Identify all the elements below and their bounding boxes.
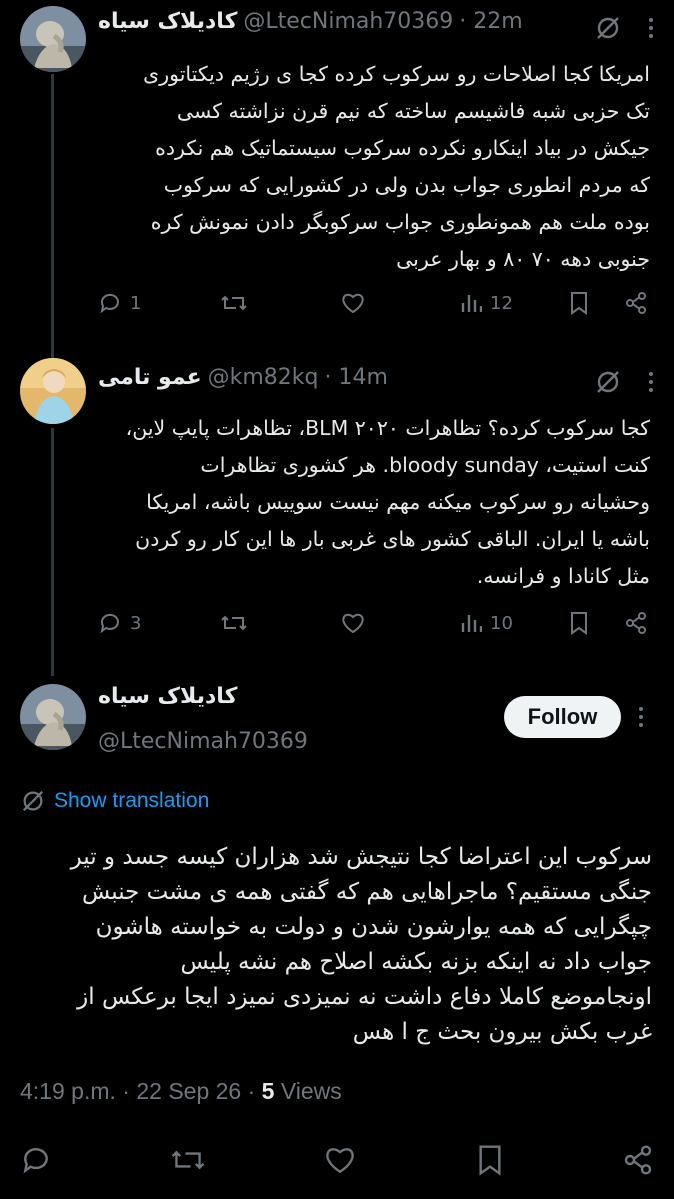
like-icon (342, 293, 364, 314)
like-button[interactable] (340, 611, 460, 635)
user-handle[interactable]: @LtecNimah70369 (98, 729, 308, 754)
tweet-thread: کادیلاک سیاه @LtecNimah70369 · 22m امریک… (0, 0, 674, 1199)
main-tweet-text: سرکوب این اعتراضا کجا نتیجش شد هزاران کی… (71, 840, 652, 1050)
text-line: تک حزبی شبه فاشیسم ساخته که نیم قرن نزاش… (176, 99, 650, 123)
like-icon[interactable] (323, 1144, 357, 1176)
retweet-icon[interactable] (170, 1144, 206, 1176)
text-line: کنت استیت، bloody sunday. هر کشوری تظاهر… (200, 453, 650, 477)
text-line: غرب بکش بیرون بحث ج ا هس (352, 1019, 652, 1045)
display-name[interactable]: کادیلاک سیاه (98, 9, 237, 34)
more-icon[interactable] (648, 17, 654, 39)
text-line: مثل کانادا و فرانسه. (476, 564, 650, 588)
views-button[interactable]: 10 (460, 612, 568, 634)
avatar[interactable] (20, 358, 86, 424)
views-icon (461, 295, 482, 312)
tweet-actions: 3 10 (98, 611, 654, 635)
tweet-text: امریکا کجا اصلاحات رو سرکوب کرده کجا ی ر… (143, 56, 650, 278)
tweet-meta: 4:19 p.m. · 22 Sep 26 · 5 Views (20, 1078, 342, 1105)
reply-button[interactable]: 1 (98, 291, 220, 315)
text-line: باشه یا ایران. الباقی کشور های غربی بار … (135, 527, 650, 551)
views-count: 10 (490, 612, 513, 634)
text-line: جیکش در بیاد اینکارو نکرده سرکوب سیستمات… (155, 136, 650, 160)
thread-connector (51, 74, 54, 358)
tweet-header: عمو تامی @km82kq · 14m (98, 365, 388, 390)
avatar[interactable] (20, 684, 86, 750)
avatar[interactable] (20, 6, 86, 72)
reply-count: 3 (130, 612, 142, 634)
views-count: 5 (261, 1078, 275, 1104)
tweet-actions: 1 12 (98, 291, 654, 315)
tweet-top-icons (594, 368, 654, 396)
share-icon (626, 612, 646, 634)
grok-slash-icon[interactable] (594, 368, 622, 396)
bookmark-icon[interactable] (475, 1144, 505, 1176)
text-line: چپگرایی که همه یوارشون شدن و دولت به خوا… (95, 914, 652, 940)
grok-slash-icon[interactable] (594, 14, 622, 42)
reply-icon[interactable] (20, 1144, 52, 1176)
text-line: امریکا کجا اصلاحات رو سرکوب کرده کجا ی ر… (143, 62, 650, 86)
text-line: بوده ملت هم همونطوری جواب سرکوبگر دادن ن… (150, 210, 650, 234)
reply-button[interactable]: 3 (98, 611, 220, 635)
main-tweet-name: کادیلاک سیاه (98, 684, 243, 709)
bookmark-icon (571, 292, 587, 315)
retweet-icon (221, 295, 247, 311)
share-icon (626, 292, 646, 314)
reply-icon (100, 613, 119, 634)
bookmark-icon (571, 612, 587, 635)
views-icon (461, 615, 482, 632)
bookmark-button[interactable] (568, 291, 624, 315)
like-button[interactable] (340, 291, 460, 315)
main-tweet-handle: @LtecNimah70369 (98, 729, 308, 754)
text-line: کجا سرکوب کرده؟ تظاهرات ۲۰۲۰ BLM، تظاهرا… (125, 416, 650, 440)
text-line: جواب داد نه اینکه بزنه بکشه اصلاح هم نشه… (180, 949, 652, 975)
display-name[interactable]: کادیلاک سیاه (98, 684, 237, 709)
share-button[interactable] (624, 291, 648, 315)
display-name[interactable]: عمو تامی (98, 365, 202, 390)
views-button[interactable]: 12 (460, 292, 568, 314)
text-line: جنوبی دهه ۷۰ ۸۰ و بهار عربی (396, 247, 650, 271)
main-tweet-actions (20, 1140, 654, 1180)
views-label: Views (280, 1078, 342, 1104)
text-line: سرکوب این اعتراضا کجا نتیجش شد هزاران کی… (70, 844, 652, 870)
meta-separator: · (247, 1078, 262, 1104)
retweet-button[interactable] (220, 291, 340, 315)
user-handle[interactable]: @km82kq (208, 365, 319, 390)
post-date[interactable]: 22 Sep 26 (136, 1078, 241, 1104)
share-icon[interactable] (622, 1144, 654, 1176)
more-icon[interactable] (638, 706, 644, 728)
tweet-text: کجا سرکوب کرده؟ تظاهرات ۲۰۲۰ BLM، تظاهرا… (126, 410, 650, 595)
post-time[interactable]: 4:19 p.m. (20, 1078, 116, 1104)
text-line: اونجاموضع کاملا دفاع داشت نه نمیزدی نمیز… (77, 984, 652, 1010)
reply-count: 1 (130, 292, 142, 314)
reply-icon (100, 293, 119, 314)
text-line: که مردم انطوری جواب بدن ولی در کشورایی ک… (163, 173, 650, 197)
bookmark-button[interactable] (568, 611, 624, 635)
text-line: وحشیانه رو سرکوب میکنه مهم نیست سوییس با… (146, 490, 650, 514)
thread-connector (51, 428, 54, 676)
show-translation-link[interactable]: Show translation (20, 788, 209, 814)
show-translation-label[interactable]: Show translation (54, 789, 209, 813)
text-line: جنگی مستقیم؟ ماجراهایی هم که گفتی همه ی … (81, 879, 652, 905)
more-icon[interactable] (648, 371, 654, 393)
timestamp[interactable]: · 14m (325, 365, 388, 390)
retweet-icon (221, 615, 247, 631)
tweet-header: کادیلاک سیاه @LtecNimah70369 · 22m (98, 9, 523, 34)
retweet-button[interactable] (220, 611, 340, 635)
tweet-top-icons (594, 14, 654, 42)
user-handle[interactable]: @LtecNimah70369 (243, 9, 453, 34)
timestamp[interactable]: · 22m (459, 9, 522, 34)
translate-icon (22, 790, 44, 812)
meta-separator: · (122, 1078, 137, 1104)
follow-button[interactable]: Follow (504, 696, 621, 738)
share-button[interactable] (624, 611, 648, 635)
like-icon (342, 613, 364, 634)
views-count: 12 (490, 292, 513, 314)
